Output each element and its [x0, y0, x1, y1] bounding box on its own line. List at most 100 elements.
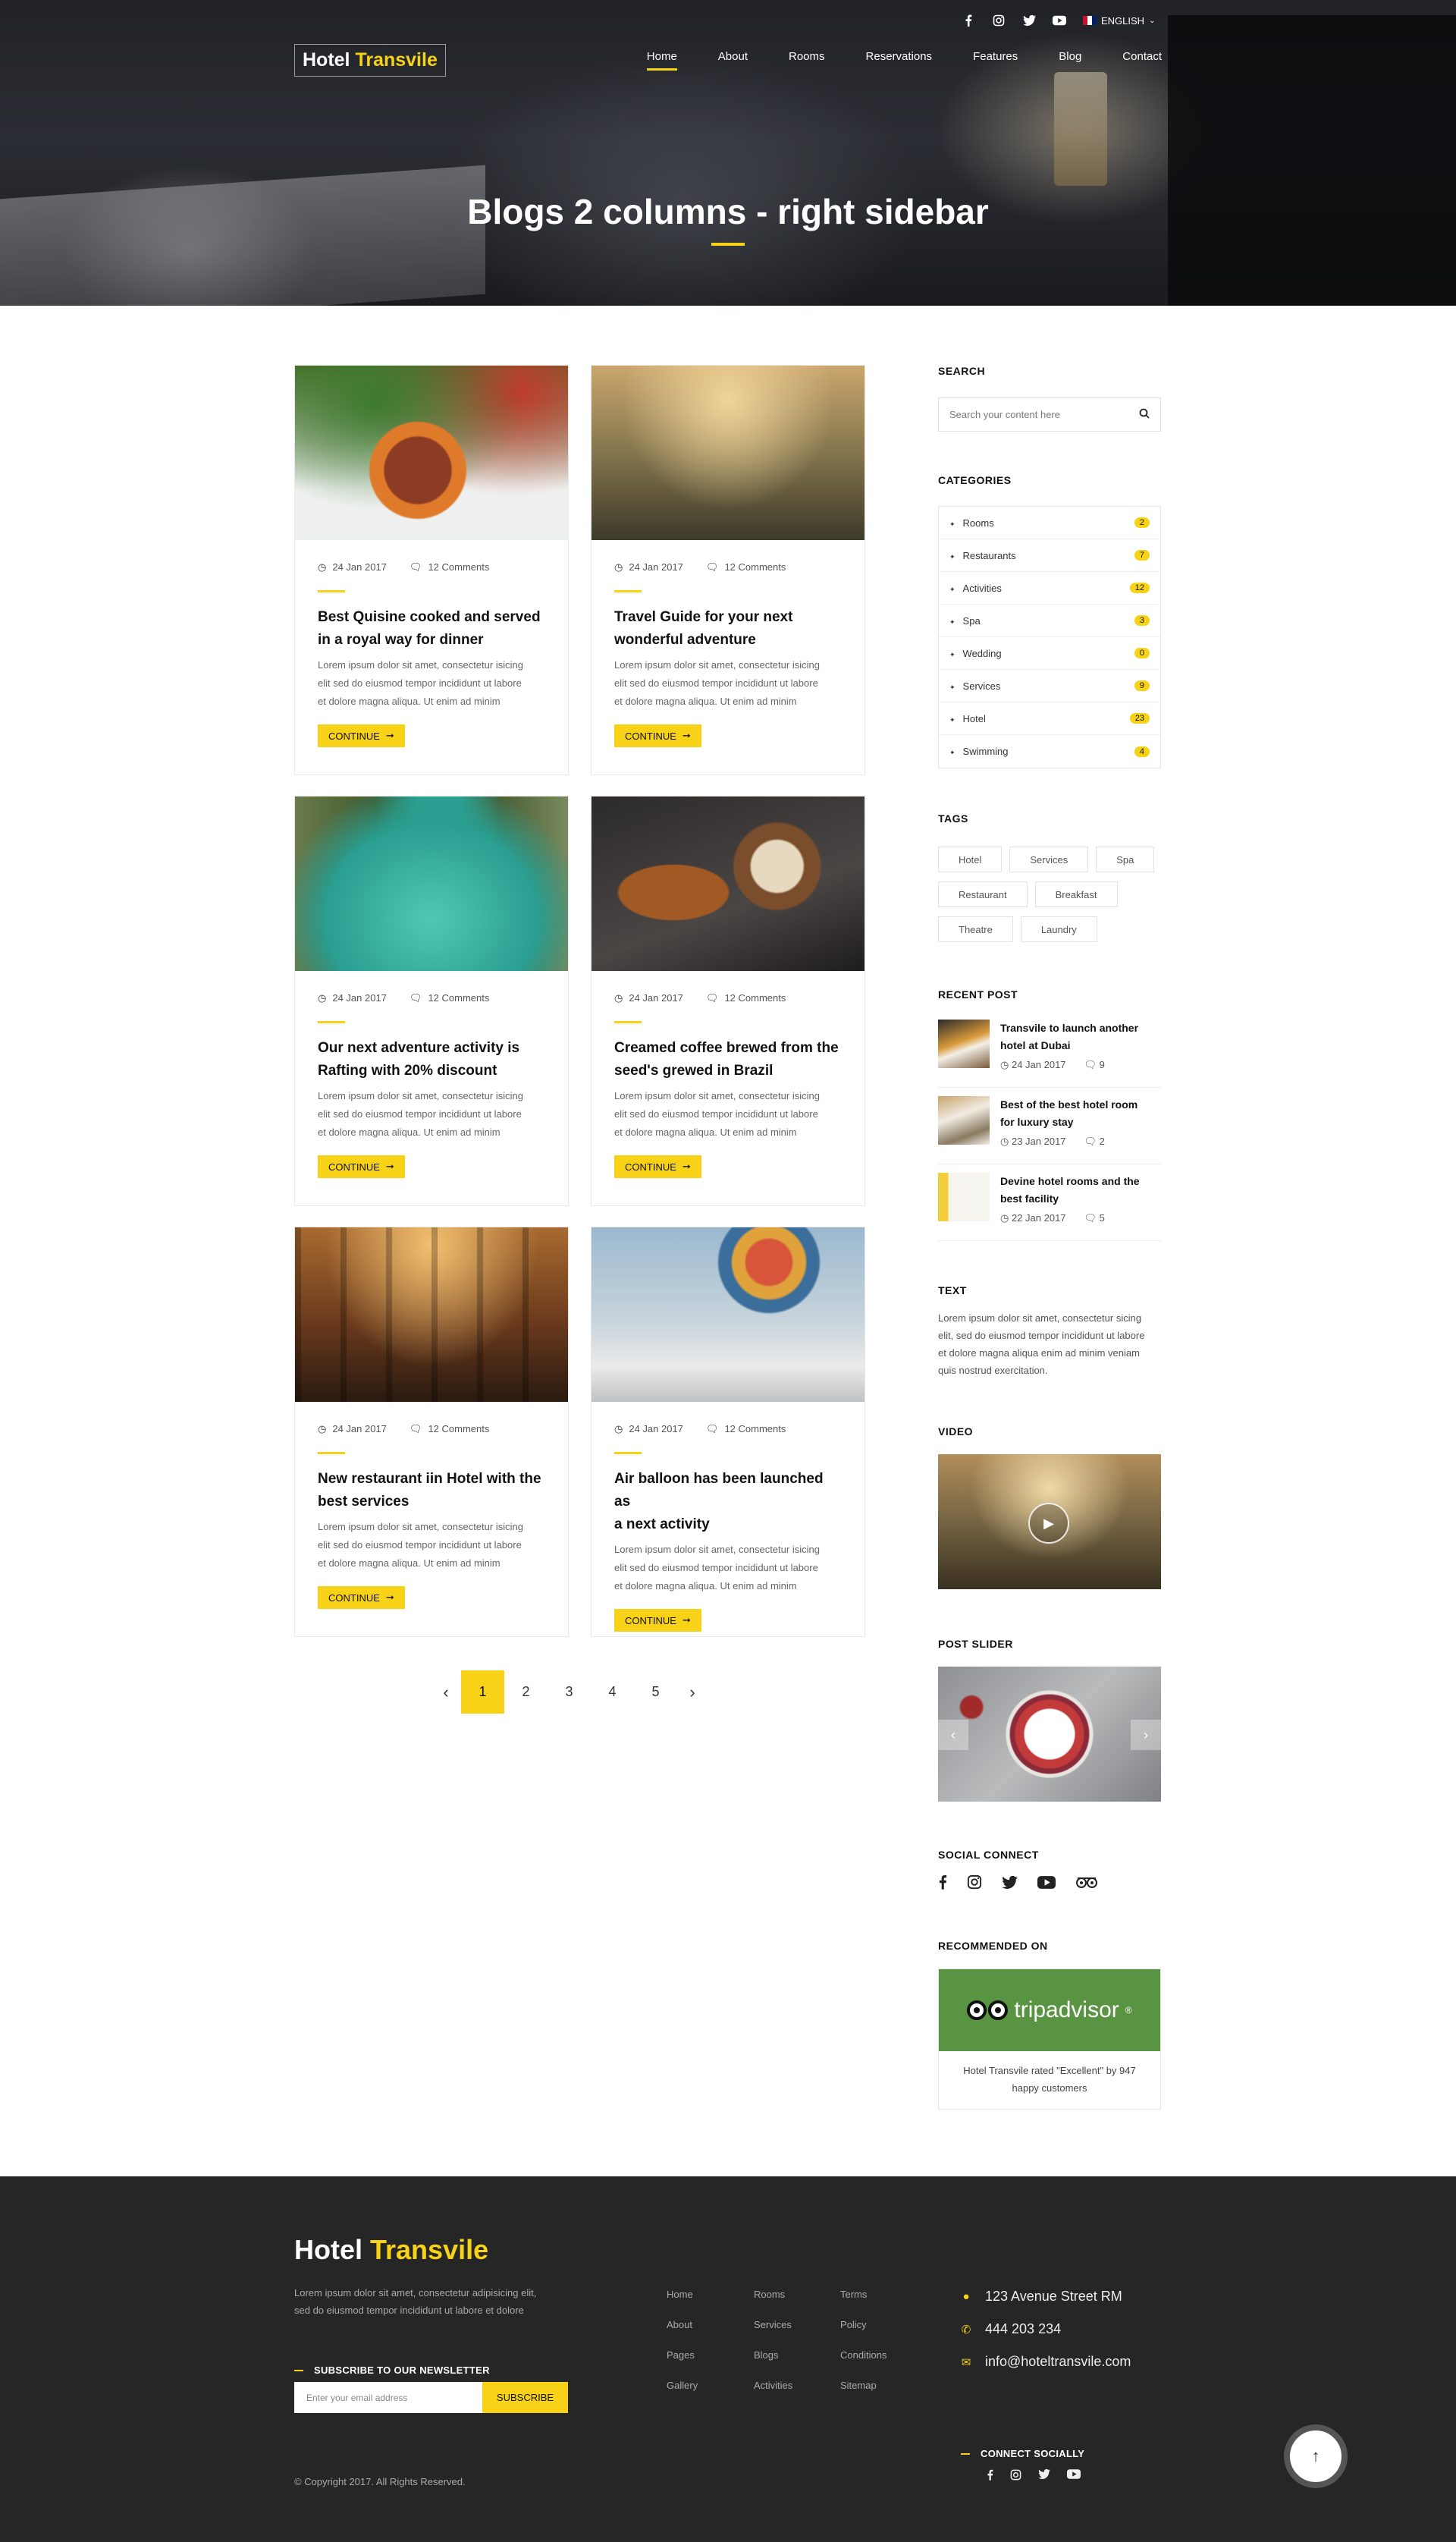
- instagram-icon[interactable]: [967, 1874, 982, 1893]
- footer-link[interactable]: Gallery: [667, 2380, 698, 2391]
- post-comments[interactable]: 12 Comments: [428, 1423, 489, 1434]
- prev-page-chevron-icon[interactable]: ‹: [431, 1683, 461, 1702]
- post-comments[interactable]: 12 Comments: [428, 561, 489, 573]
- page-5[interactable]: 5: [634, 1670, 677, 1714]
- blog-card-image[interactable]: [295, 1227, 568, 1402]
- category-item[interactable]: Hotel23: [939, 702, 1160, 735]
- recent-post-item[interactable]: Best of the best hotel room for luxury st…: [938, 1096, 1161, 1164]
- blog-card-image[interactable]: [592, 797, 864, 971]
- email[interactable]: info@hoteltransvile.com: [985, 2354, 1131, 2370]
- post-comments[interactable]: 12 Comments: [724, 1423, 786, 1434]
- tag[interactable]: Breakfast: [1034, 881, 1118, 907]
- facebook-icon[interactable]: [962, 14, 975, 27]
- blog-card-image[interactable]: [295, 366, 568, 540]
- youtube-icon[interactable]: [1067, 2469, 1081, 2484]
- recent-post-item[interactable]: Transvile to launch another hotel at Duba…: [938, 1020, 1161, 1088]
- footer-link[interactable]: Services: [754, 2319, 792, 2330]
- twitter-icon[interactable]: [1022, 14, 1036, 27]
- category-item[interactable]: Services9: [939, 670, 1160, 702]
- facebook-icon[interactable]: [987, 2469, 993, 2484]
- footer-link[interactable]: Conditions: [840, 2349, 886, 2361]
- twitter-icon[interactable]: [1038, 2468, 1050, 2484]
- category-item[interactable]: Wedding0: [939, 637, 1160, 670]
- next-page-chevron-icon[interactable]: ›: [677, 1683, 708, 1702]
- post-title[interactable]: Creamed coffee brewed from the seed's gre…: [614, 1037, 842, 1082]
- post-title[interactable]: Travel Guide for your next wonderful adve…: [614, 606, 842, 652]
- category-item[interactable]: Rooms2: [939, 507, 1160, 539]
- scroll-to-top-arrow-icon[interactable]: ↑: [1284, 2424, 1348, 2488]
- post-comments[interactable]: 12 Comments: [724, 992, 786, 1004]
- recent-post-thumb: [938, 1173, 990, 1221]
- blog-card-image[interactable]: [592, 1227, 864, 1402]
- footer-link[interactable]: Home: [667, 2289, 698, 2300]
- slider-prev-chevron-icon[interactable]: ‹: [938, 1720, 968, 1750]
- footer-link[interactable]: Pages: [667, 2349, 698, 2361]
- tag[interactable]: Restaurant: [938, 881, 1028, 907]
- continue-button[interactable]: CONTINUE ➞: [318, 724, 405, 747]
- continue-button[interactable]: CONTINUE ➞: [318, 1586, 405, 1609]
- menu-item-reservations[interactable]: Reservations: [866, 50, 933, 71]
- tag[interactable]: Hotel: [938, 847, 1003, 872]
- continue-button[interactable]: CONTINUE ➞: [318, 1155, 405, 1178]
- footer-link[interactable]: About: [667, 2319, 698, 2330]
- email-field[interactable]: Enter your email address: [294, 2382, 482, 2413]
- youtube-icon[interactable]: [1053, 14, 1066, 27]
- slider-next-chevron-icon[interactable]: ›: [1131, 1720, 1161, 1750]
- page-2[interactable]: 2: [504, 1670, 548, 1714]
- footer-link[interactable]: Terms: [840, 2289, 886, 2300]
- phone[interactable]: 444 203 234: [985, 2321, 1061, 2337]
- footer-link[interactable]: Rooms: [754, 2289, 792, 2300]
- category-item[interactable]: Swimming4: [939, 735, 1160, 768]
- subscribe-button[interactable]: SUBSCRIBE: [482, 2382, 568, 2413]
- category-item[interactable]: Spa3: [939, 605, 1160, 637]
- main-nav: Hotel Transvile Home About Rooms Reserva…: [294, 44, 1162, 77]
- menu-item-features[interactable]: Features: [973, 50, 1018, 71]
- video-thumbnail[interactable]: ▶: [938, 1454, 1161, 1589]
- footer-link[interactable]: Policy: [840, 2319, 886, 2330]
- blog-card-image[interactable]: [592, 366, 864, 540]
- play-icon[interactable]: ▶: [1028, 1503, 1069, 1544]
- footer-link[interactable]: Sitemap: [840, 2380, 886, 2391]
- youtube-icon[interactable]: [1037, 1875, 1056, 1893]
- menu-item-home[interactable]: Home: [646, 50, 677, 71]
- menu-item-contact[interactable]: Contact: [1122, 50, 1162, 71]
- location-pin-icon: ●: [962, 2290, 970, 2303]
- page-4[interactable]: 4: [591, 1670, 634, 1714]
- tripadvisor-widget[interactable]: tripadvisor ® Hotel Transvile rated "Exce…: [938, 1969, 1161, 2110]
- category-item[interactable]: Restaurants7: [939, 539, 1160, 572]
- footer-link[interactable]: Activities: [754, 2380, 792, 2391]
- post-comments[interactable]: 12 Comments: [724, 561, 786, 573]
- instagram-icon[interactable]: [1010, 2469, 1021, 2484]
- search-box[interactable]: Search your content here: [938, 397, 1161, 432]
- site-logo[interactable]: Hotel Transvile: [294, 44, 446, 77]
- page-3[interactable]: 3: [548, 1670, 591, 1714]
- category-item[interactable]: Activities12: [939, 572, 1160, 605]
- continue-button[interactable]: CONTINUE ➞: [614, 724, 701, 747]
- twitter-icon[interactable]: [1002, 1875, 1018, 1893]
- tag[interactable]: Services: [1009, 847, 1089, 872]
- continue-button[interactable]: CONTINUE ➞: [614, 1155, 701, 1178]
- post-title[interactable]: Air balloon has been launched as a next a…: [614, 1468, 842, 1536]
- search-input[interactable]: Search your content here: [949, 409, 1060, 420]
- page-1[interactable]: 1: [461, 1670, 504, 1714]
- menu-item-about[interactable]: About: [718, 50, 748, 71]
- tag[interactable]: Laundry: [1020, 916, 1097, 942]
- footer-logo[interactable]: Hotel Transvile: [294, 2234, 488, 2266]
- instagram-icon[interactable]: [992, 14, 1006, 27]
- post-title[interactable]: Best Quisine cooked and served in a royal…: [318, 606, 545, 652]
- language-selector[interactable]: ENGLISH ⌄: [1083, 15, 1155, 27]
- post-title[interactable]: New restaurant iin Hotel with the best se…: [318, 1468, 545, 1513]
- search-icon[interactable]: [1139, 408, 1150, 421]
- blog-card-image[interactable]: [295, 797, 568, 971]
- post-title[interactable]: Our next adventure activity is Rafting wi…: [318, 1037, 545, 1082]
- facebook-icon[interactable]: [938, 1874, 947, 1893]
- footer-link[interactable]: Blogs: [754, 2349, 792, 2361]
- recent-post-item[interactable]: Devine hotel rooms and the best facility …: [938, 1173, 1161, 1241]
- menu-item-blog[interactable]: Blog: [1059, 50, 1081, 71]
- tag[interactable]: Theatre: [938, 916, 1013, 942]
- tag[interactable]: Spa: [1096, 847, 1155, 872]
- menu-item-rooms[interactable]: Rooms: [789, 50, 825, 71]
- post-comments[interactable]: 12 Comments: [428, 992, 489, 1004]
- continue-button[interactable]: CONTINUE ➞: [614, 1609, 701, 1632]
- tripadvisor-icon[interactable]: [1075, 1875, 1098, 1893]
